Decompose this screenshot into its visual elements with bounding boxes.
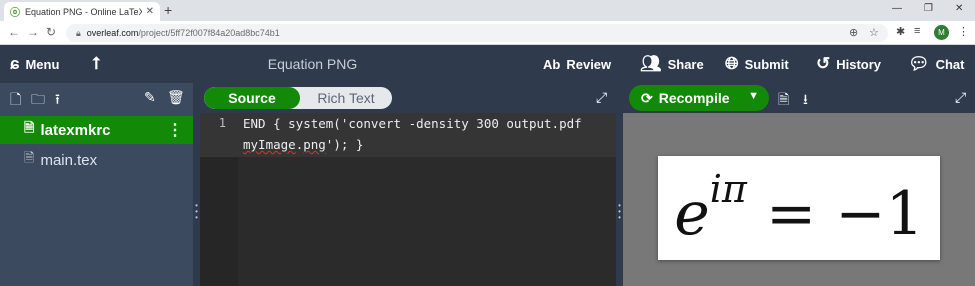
minimize-icon[interactable]: —	[892, 3, 902, 14]
grip-icon: • • •	[618, 201, 621, 222]
editor-toolbar: ɕ Menu ⭡ Equation PNG Ab Review 👥︎ Share…	[0, 45, 975, 83]
file-name: main.tex	[40, 151, 98, 169]
editor-mode-toggle: Source Rich Text	[204, 87, 392, 109]
extensions-icon[interactable]: ✱	[896, 25, 905, 38]
restore-icon[interactable]: ❐	[924, 3, 933, 14]
chat-label: Chat	[935, 56, 965, 72]
upload-icon[interactable]: ⭱	[55, 89, 60, 113]
review-button[interactable]: Ab Review	[543, 45, 611, 83]
file-icon: 🗎︎	[24, 120, 35, 135]
code-line[interactable]: END { system('convert -density 300 outpu…	[243, 116, 582, 131]
up-arrow-button[interactable]: ⭡	[92, 45, 106, 83]
url-path: /project/5ff72f007f84a20ad8bc74b1	[138, 28, 280, 38]
up-arrow-icon: ⭡	[92, 54, 100, 73]
reload-icon[interactable]: ↻	[46, 25, 56, 39]
chat-icon: 💬︎	[908, 54, 930, 73]
refresh-icon: ⟳	[641, 89, 653, 106]
delete-trash-icon[interactable]: 🗑︎	[167, 89, 185, 106]
reading-list-icon[interactable]: ≡	[914, 25, 920, 37]
logs-icon[interactable]: 🗎︎	[778, 89, 789, 113]
new-folder-icon[interactable]: 🗀︎	[31, 89, 45, 113]
source-mode-button[interactable]: Source	[204, 87, 300, 109]
line-number: 1	[218, 116, 226, 130]
tab-title: Equation PNG - Online LaTeX Ed	[25, 6, 142, 17]
file-menu-icon[interactable]: ⋮	[167, 120, 183, 140]
browser-tabstrip: ⓞ Equation PNG - Online LaTeX Ed ✕ + — ❐…	[0, 0, 975, 21]
lock-icon: 🔒︎	[76, 27, 81, 38]
equation-exponent: iπ	[709, 167, 747, 211]
close-icon[interactable]: ✕	[146, 6, 154, 17]
pdf-header: ⟳ Recompile ▼ 🗎︎ ⭳ ⤢	[623, 83, 975, 113]
window-close-icon[interactable]: ✕	[955, 3, 963, 14]
browser-tab[interactable]: ⓞ Equation PNG - Online LaTeX Ed ✕	[4, 2, 160, 21]
url-host: overleaf.com	[86, 28, 139, 38]
users-icon: 👥︎	[640, 54, 662, 73]
equation-base: e	[674, 179, 710, 249]
history-label: History	[836, 56, 882, 72]
overleaf-logo-icon: ɕ	[10, 54, 20, 73]
code-text: '); }	[325, 137, 364, 152]
rendered-equation: eiπ = −1	[674, 167, 924, 249]
expand-icon[interactable]: ⤢	[596, 89, 607, 106]
overleaf-leaf-icon: ⓞ	[10, 8, 20, 19]
code-line-wrapped[interactable]: myImage.png'); }	[243, 137, 363, 152]
url-field[interactable]: 🔒︎ overleaf.com/project/5ff72f007f84a20a…	[66, 24, 888, 42]
panel-resize-handle[interactable]: • • •	[616, 83, 623, 286]
file-name: latexmkrc	[40, 121, 111, 139]
chevron-down-icon[interactable]: ▼	[748, 90, 759, 102]
forward-icon[interactable]: →	[27, 25, 39, 39]
globe-icon: 🌐︎	[725, 54, 739, 73]
download-icon[interactable]: ⭳	[803, 89, 808, 113]
submit-button[interactable]: 🌐︎ Submit	[725, 45, 789, 83]
file-tree-panel: 🗋︎ 🗀︎ ⭱ ✎ 🗑︎ 🗎︎ latexmkrc ⋮ 🗎︎ main.tex	[0, 83, 193, 286]
review-label: Review	[566, 56, 612, 72]
zoom-icon[interactable]: ⊕	[849, 26, 858, 39]
review-icon: Ab	[543, 56, 561, 72]
more-menu-icon[interactable]: ⋮	[958, 25, 969, 38]
share-button[interactable]: 👥︎ Share	[640, 45, 704, 83]
avatar[interactable]: M	[934, 25, 949, 40]
menu-label: Menu	[25, 56, 60, 72]
new-file-icon[interactable]: 🗋︎	[10, 89, 21, 113]
spellcheck-word: myImage	[243, 137, 296, 152]
bookmark-star-icon[interactable]: ☆	[869, 26, 879, 39]
recompile-label: Recompile	[658, 90, 730, 106]
pdf-page: eiπ = −1	[658, 156, 940, 260]
rich-text-mode-button[interactable]: Rich Text	[300, 87, 392, 109]
recompile-button[interactable]: ⟳ Recompile ▼	[629, 85, 769, 111]
address-bar: ← → ↻ 🔒︎ overleaf.com/project/5ff72f007f…	[0, 21, 975, 45]
file-tree-toolbar: 🗋︎ 🗀︎ ⭱ ✎ 🗑︎	[0, 83, 193, 113]
new-tab-icon[interactable]: +	[164, 2, 172, 18]
submit-label: Submit	[744, 56, 789, 72]
editor-header: Source Rich Text ⤢	[200, 83, 616, 113]
history-icon: ↺	[816, 54, 831, 73]
rename-pencil-icon[interactable]: ✎	[144, 89, 156, 106]
grip-icon: • • •	[195, 201, 198, 222]
equation-rest: = −1	[746, 179, 924, 249]
expand-icon[interactable]: ⤢	[955, 89, 966, 106]
history-button[interactable]: ↺ History	[816, 45, 881, 83]
menu-button[interactable]: ɕ Menu	[10, 45, 59, 83]
panel-resize-handle[interactable]: • • •	[193, 83, 200, 286]
spellcheck-word: png	[303, 137, 326, 152]
file-icon: 🗎︎	[24, 150, 35, 165]
file-item-latexmkrc[interactable]: 🗎︎ latexmkrc ⋮	[0, 116, 193, 144]
chat-button[interactable]: 💬︎ Chat	[908, 45, 964, 83]
share-label: Share	[667, 56, 704, 72]
project-title[interactable]: Equation PNG	[200, 45, 425, 83]
file-item-main-tex[interactable]: 🗎︎ main.tex	[0, 146, 193, 174]
back-icon[interactable]: ←	[8, 25, 20, 39]
